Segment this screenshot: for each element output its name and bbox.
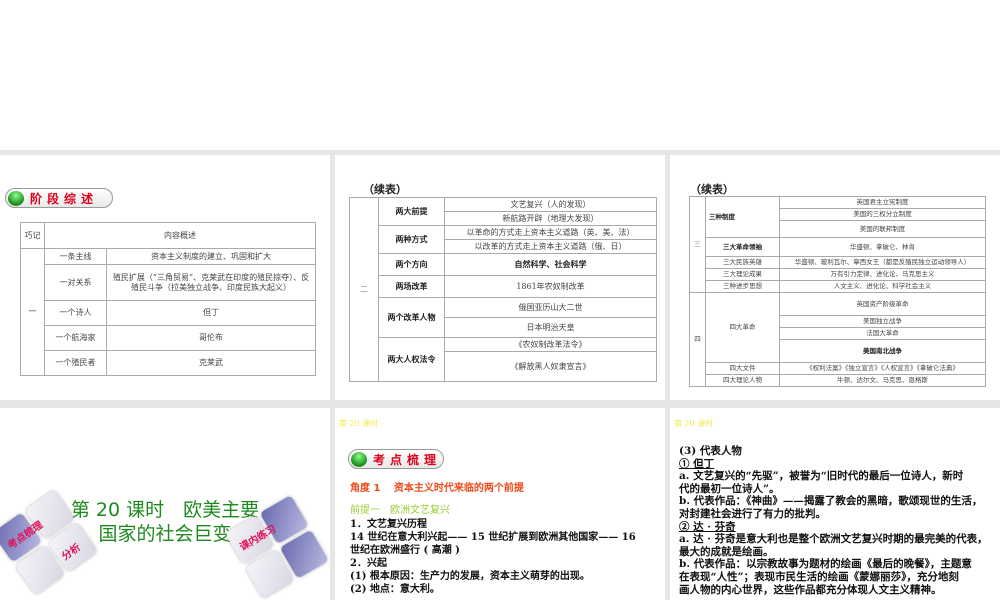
group-label: 一 [20,248,45,376]
row-value: 英国资产阶级革命 [779,292,986,316]
section-badge: 阶段综述 [5,188,113,208]
continued-table: 三三种制度 英国君主立宪制度 美国的三权分立制度 美国的联邦制度 三大革命领袖 华盛… [689,196,986,387]
slide-header: 第 20 课时 [674,419,714,428]
slide-thumbnail-6[interactable]: 第 20 课时 (3) 代表人物 ① 但丁 a. 文艺复兴的“先驱”，被誉为“旧… [670,408,1000,600]
text-line: 最大的成就是绘画。 [679,545,774,558]
row-key: 一个殖民者 [44,350,107,376]
row-value: 哥伦布 [106,325,316,351]
row-value: 文艺复兴（人的发现） [444,197,657,212]
text-line: (1) 根本原因：生产力的发展，资本主义萌芽的出现。 [350,571,590,582]
row-value: 日本明治天皇 [444,317,657,338]
body-text: (3) 代表人物 ① 但丁 a. 文艺复兴的“先驱”，被誉为“旧时代的最后一位诗… [679,445,988,596]
table-header: 内容概述 [44,222,316,249]
slide-thumbnail-2[interactable]: （续表） 二两大前提 文艺复兴（人的发现） 新航路开辟（地理大发现） 两种方式 以革… [335,155,665,400]
group-label: 三 [689,196,706,293]
row-key: 两大人权法令 [378,337,445,382]
row-key: 两个改革人物 [378,297,445,338]
green-dot-icon [351,452,367,467]
row-key: 两种方式 [378,225,445,254]
row-value: 法国大革命 [779,327,986,340]
blank-area [0,0,1000,150]
table-title: （续表） [363,183,407,196]
green-dot-icon [8,191,24,206]
premise-heading: 前提一 欧洲文艺复兴 [350,505,450,516]
row-value: 华盛顿、玻利瓦尔、章西女王（都是反殖民独立运动领导人） [779,256,986,269]
row-key: 一条主线 [44,248,107,265]
row-key: 三大理论成果 [705,268,780,281]
row-value: 1861年农奴制改革 [444,275,657,298]
slide-thumbnail-3[interactable]: （续表） 三三种制度 英国君主立宪制度 美国的三权分立制度 美国的联邦制度 三大革… [670,155,1000,400]
badge-label: 考点梳理 [373,452,442,467]
text-line: 代的最初一位诗人”。 [679,482,780,495]
row-value: 美国独立战争 [779,315,986,328]
text-line: (2) 地点：意大利。 [350,584,440,595]
row-value: 《解放黑人奴隶宣言》 [444,351,657,382]
row-value: 人文主义、进化论、科学社会主义 [779,280,986,293]
row-value: 美国的联邦制度 [779,220,986,238]
text-line: b. 代表作品：《神曲》——揭露了教会的黑暗，歌颂现世的生活， [679,495,983,508]
slide-thumbnail-5[interactable]: 第 20 课时 考点梳理 角度 1 资本主义时代来临的两个前提 前提一 欧洲文艺… [335,408,665,600]
row-value: 英国君主立宪制度 [779,196,986,209]
text-line: 1．文艺复兴历程 [350,519,427,530]
text-line: (3) 代表人物 [679,445,742,457]
row-value: 自然科学、社会科学 [444,253,657,276]
text-line: ② 达 · 芬奇 [679,520,736,533]
row-value: 美国的三权分立制度 [779,208,986,221]
badge-label: 阶段综述 [30,191,99,206]
row-value: 殖民扩展（“三角贸易”、克莱武在印度的殖民掠夺）、反殖民斗争（拉美独立战争、印度… [106,264,316,301]
slide-thumbnail-4[interactable]: 第 20 课时 欧美主要 国家的社会巨变 考点梳理 分析 课内练习 [0,408,330,600]
text-line: 14 世纪在意大利兴起—— 15 世纪扩展到欧洲其他国家—— 16 [350,532,636,543]
row-key: 四大革命 [705,292,780,363]
row-value: 《农奴制改革法令》 [444,337,657,352]
row-value: 以革命的方式走上资本主义道路（英、美、法） [444,225,657,240]
row-key: 一个航海家 [44,325,107,351]
group-label: 四 [689,292,706,387]
row-key: 两个方向 [378,253,445,276]
row-value: 但丁 [106,300,316,326]
text-line: a. 达 · 芬奇是意大利也是整个欧洲文艺复兴时期的最完美的代表， [679,533,988,546]
row-value: 美国南北战争 [779,339,986,363]
row-value: 新航路开辟（地理大发现） [444,211,657,226]
text-line: 对封建社会进行了有力的批判。 [679,507,826,520]
row-value: 《权利法案》《独立宣言》《人权宣言》《拿破仑法典》 [779,362,986,375]
row-value: 克莱武 [106,350,316,376]
table-title: （续表） [690,183,734,196]
row-key: 三大民族英雄 [705,256,780,269]
row-key: 两场改革 [378,275,445,298]
group-label: 二 [349,197,379,382]
row-value: 俄国亚历山大二世 [444,297,657,318]
continued-table: 二两大前提 文艺复兴（人的发现） 新航路开辟（地理大发现） 两种方式 以革命的方式走… [349,197,657,382]
row-key: 三大革命领袖 [705,237,780,257]
row-key: 两大前提 [378,197,445,226]
row-value: 华盛顿、拿破仑、林肯 [779,237,986,257]
row-value: 资本主义制度的建立、巩固和扩大 [106,248,316,265]
row-key: 四大文件 [705,362,780,375]
text-line: ① 但丁 [679,457,715,470]
row-value: 牛顿、达尔文、马克思、恩格斯 [779,374,986,387]
row-key: 一个诗人 [44,300,107,326]
text-line: 在表现“人性”；表现市民生活的绘画《蒙娜丽莎》，充分地刻 [679,570,959,583]
text-line: 世纪在欧洲盛行 ( 高潮 ) [350,545,460,556]
row-value: 万有引力定律、进化论、马克思主义 [779,268,986,281]
section-badge: 考点梳理 [348,449,444,469]
slide-thumbnail-1[interactable]: 阶段综述 巧记 内容概述 一一条主线 资本主义制度的建立、巩固和扩大 一对关系 殖民扩… [0,155,330,400]
text-line: 2．兴起 [350,558,387,569]
summary-table: 巧记 内容概述 一一条主线 资本主义制度的建立、巩固和扩大 一对关系 殖民扩展（“三角… [20,222,316,376]
row-key: 三种进步思想 [705,280,780,293]
slide-header: 第 20 课时 [339,419,379,428]
row-key: 四大理论人物 [705,374,780,387]
text-line: a. 文艺复兴的“先驱”，被誉为“旧时代的最后一位诗人，新时 [679,470,964,483]
text-line: b. 代表作品：以宗教故事为题材的绘画《最后的晚餐》，主题意 [679,558,972,571]
text-line: 画人物的内心世界，这些作品都充分体现人文主义精神。 [679,583,942,596]
angle-heading: 角度 1 资本主义时代来临的两个前提 [350,483,524,494]
row-key: 三种制度 [705,196,780,238]
row-key: 一对关系 [44,264,107,301]
table-header: 巧记 [20,222,45,249]
row-value: 以改革的方式走上资本主义道路（俄、日） [444,239,657,254]
body-text: 1．文艺复兴历程 14 世纪在意大利兴起—— 15 世纪扩展到欧洲其他国家—— … [350,518,636,596]
